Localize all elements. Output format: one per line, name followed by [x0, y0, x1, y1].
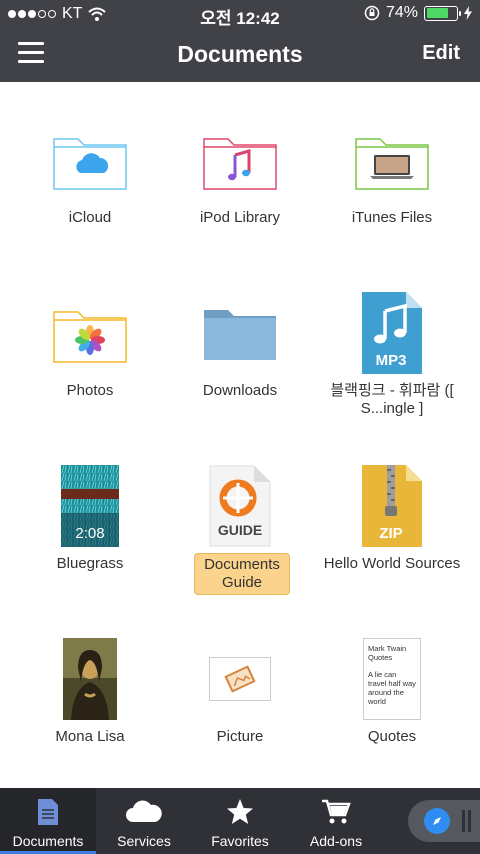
item-label: 블랙핑크 - 휘파람 ([ S...ingle ]	[330, 382, 454, 417]
grid-item-hello-world-sources[interactable]: ZIP Hello World Sources	[316, 428, 468, 588]
item-label: iCloud	[68, 209, 112, 226]
grid-item-icloud[interactable]: iCloud	[14, 82, 166, 242]
picture-file-icon	[209, 657, 271, 701]
item-label: iTunes Files	[351, 209, 433, 226]
tab-label: Favorites	[211, 833, 269, 849]
tab-favorites[interactable]: Favorites	[192, 788, 288, 854]
video-duration: 2:08	[75, 525, 104, 542]
guide-file-icon: GUIDE	[209, 465, 271, 547]
music-folder-icon	[203, 138, 277, 190]
edit-button[interactable]: Edit	[422, 42, 460, 65]
grid-item-itunes-files[interactable]: iTunes Files	[316, 82, 468, 242]
item-label: Picture	[216, 728, 264, 745]
cart-icon	[322, 799, 351, 824]
item-label: iPod Library	[199, 209, 281, 226]
charging-bolt-icon	[464, 6, 472, 20]
photos-folder-icon	[53, 311, 127, 363]
rotation-lock-icon	[364, 5, 380, 21]
item-label: Mona Lisa	[55, 728, 125, 745]
page-title: Documents	[177, 41, 303, 67]
grid-item-mona-lisa[interactable]: Mona Lisa	[14, 601, 166, 761]
item-label: Bluegrass	[56, 555, 124, 572]
cloud-icon	[126, 800, 162, 822]
compass-icon	[424, 808, 450, 834]
grid-item-photos[interactable]: Photos	[14, 255, 166, 415]
selected-item-label[interactable]: Documents Guide	[194, 553, 290, 595]
navigation-bar: Documents Edit	[0, 28, 480, 82]
file-type-badge: GUIDE	[218, 522, 262, 538]
tab-label: Documents	[12, 833, 84, 849]
app-header: KT 오전 12:42 74% Documents Edit	[0, 0, 480, 82]
tab-label: Services	[117, 833, 171, 849]
document-icon	[38, 799, 58, 825]
preview-title: Mark Twain Quotes	[368, 644, 407, 662]
drag-handle-icon[interactable]	[462, 810, 472, 832]
image-thumbnail-icon	[63, 638, 117, 720]
grid-item-ipod-library[interactable]: iPod Library	[164, 82, 316, 242]
file-type-badge: MP3	[376, 352, 407, 369]
star-icon	[227, 799, 253, 824]
tab-add-ons[interactable]: Add-ons	[288, 788, 384, 854]
folder-icon	[204, 310, 276, 360]
preview-body: A lie can travel half way around the wor…	[368, 670, 416, 706]
video-thumbnail-icon: 2:08	[61, 465, 119, 547]
icloud-folder-icon	[53, 138, 127, 190]
grid-item-picture[interactable]: Picture	[164, 601, 316, 761]
file-type-badge: ZIP	[379, 525, 402, 542]
grid-item-downloads[interactable]: Downloads	[164, 255, 316, 415]
battery-icon	[424, 5, 461, 21]
documents-grid: iCloud iPod Library iTunes Files Photos …	[0, 82, 480, 788]
grid-item-mp3[interactable]: MP3 블랙핑크 - 휘파람 ([ S...ingle ]	[316, 255, 468, 417]
text-file-icon: Mark Twain Quotes A lie can travel half …	[363, 638, 421, 720]
item-label: Hello World Sources	[323, 555, 461, 572]
grid-item-quotes[interactable]: Mark Twain Quotes A lie can travel half …	[316, 601, 468, 761]
computer-folder-icon	[355, 138, 429, 190]
browser-dock-button[interactable]	[408, 800, 480, 842]
tab-label: Add-ons	[309, 833, 363, 849]
item-label: Downloads	[202, 382, 278, 399]
item-label: Photos	[66, 382, 114, 399]
zip-file-icon: ZIP	[362, 465, 422, 547]
item-label: Quotes	[367, 728, 417, 745]
status-right: 74%	[364, 4, 472, 22]
grid-item-bluegrass[interactable]: 2:08 Bluegrass	[14, 428, 166, 588]
mp3-file-icon: MP3	[362, 292, 422, 374]
tab-documents[interactable]: Documents	[0, 788, 96, 854]
tab-services[interactable]: Services	[96, 788, 192, 854]
status-bar: KT 오전 12:42 74%	[0, 0, 480, 28]
battery-percent: 74%	[385, 4, 418, 21]
